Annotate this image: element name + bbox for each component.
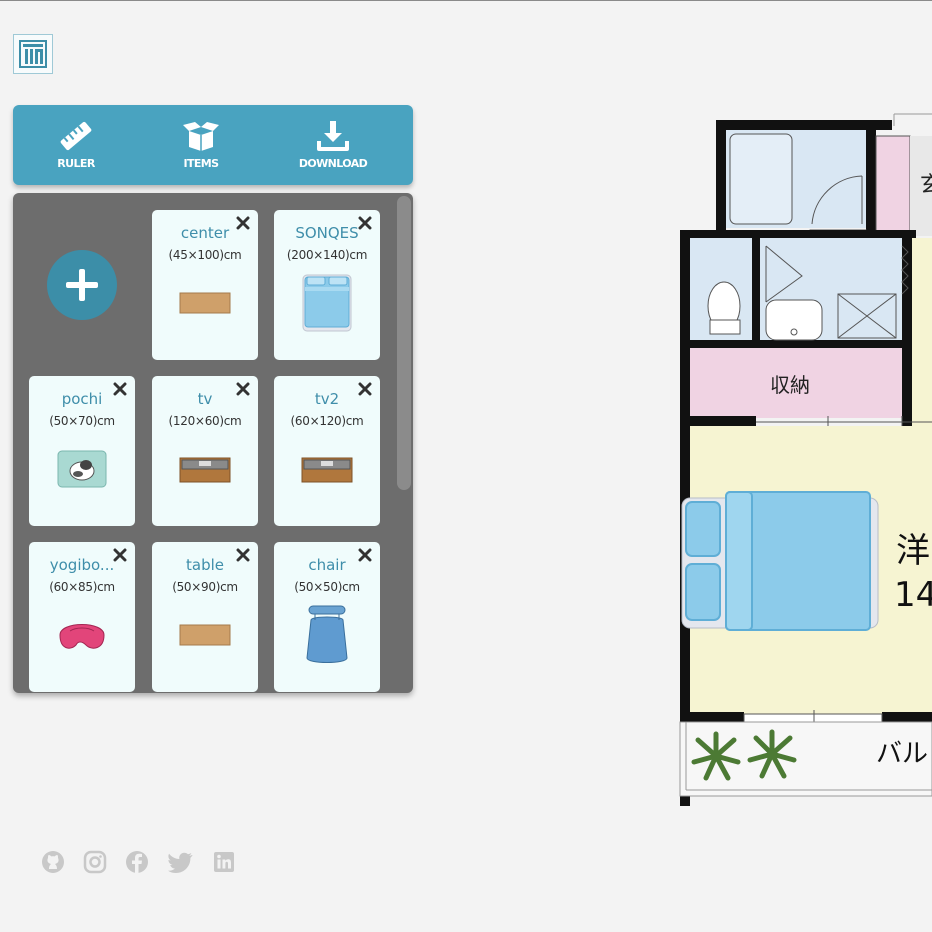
item-card[interactable]: tv (120×60)cm (152, 376, 258, 526)
plus-icon (66, 269, 98, 301)
main-toolbar: RULER ITEMS DOWNLOAD (13, 105, 413, 185)
item-dims: (50×90)cm (172, 580, 238, 594)
item-thumbnail (152, 268, 258, 338)
item-card[interactable]: tv2 (60×120)cm (274, 376, 380, 526)
item-dims: (60×85)cm (49, 580, 115, 594)
center-table-icon (179, 292, 231, 314)
download-icon (317, 121, 349, 151)
item-thumbnail (152, 600, 258, 670)
item-dims: (200×140)cm (286, 248, 368, 262)
cat-bed-icon (57, 450, 107, 488)
item-thumbnail (274, 434, 380, 504)
instagram-icon[interactable] (82, 849, 108, 875)
storage-label: 収納 (770, 373, 810, 397)
item-name: center (180, 224, 230, 242)
item-dims: (120×60)cm (168, 414, 242, 428)
room-label: 洋 (896, 531, 930, 571)
item-name: SONQES (295, 224, 359, 242)
floor-plan[interactable]: 玄 収納 洋 14 バル (676, 106, 932, 820)
logo-icon (19, 40, 47, 68)
add-item-button[interactable] (47, 250, 117, 320)
bed-icon (302, 274, 352, 332)
item-thumbnail (152, 434, 258, 504)
download-button[interactable]: DOWNLOAD (293, 119, 373, 179)
item-card[interactable]: pochi (50×70)cm (29, 376, 135, 526)
linkedin-icon[interactable] (211, 849, 237, 875)
tv-stand-icon (179, 457, 231, 483)
item-name: chair (308, 556, 346, 574)
item-dims: (50×50)cm (294, 580, 360, 594)
item-name: yogibo... (49, 556, 115, 574)
panel-scrollbar[interactable] (397, 196, 411, 490)
item-thumbnail (274, 600, 380, 670)
box-icon (183, 122, 219, 151)
download-label: DOWNLOAD (298, 157, 368, 170)
item-thumbnail (29, 600, 135, 670)
item-dims: (60×120)cm (290, 414, 364, 428)
item-dims: (50×70)cm (49, 414, 115, 428)
items-button[interactable]: ITEMS (161, 119, 241, 179)
app-logo[interactable] (13, 34, 53, 74)
floor-plan-drawing: 玄 収納 洋 14 バル (679, 113, 932, 820)
items-panel: center (45×100)cm SONQES (200×140)cm poc… (13, 193, 413, 693)
item-name: tv (197, 390, 213, 408)
item-card[interactable]: center (45×100)cm (152, 210, 258, 360)
ruler-label: RULER (57, 157, 95, 170)
entrance-label: 玄 (920, 173, 932, 198)
chair-icon (306, 605, 348, 663)
item-card[interactable]: chair (50×50)cm (274, 542, 380, 692)
item-thumbnail (29, 434, 135, 504)
beanbag-icon (59, 624, 105, 649)
balcony-label: バル (876, 739, 928, 769)
item-card[interactable]: table (50×90)cm (152, 542, 258, 692)
github-icon[interactable] (40, 849, 66, 875)
item-name: table (186, 556, 224, 574)
facebook-icon[interactable] (124, 849, 150, 875)
ruler-button[interactable]: RULER (36, 119, 116, 179)
items-label: ITEMS (183, 157, 220, 170)
item-card[interactable]: yogibo... (60×85)cm (29, 542, 135, 692)
twitter-icon[interactable] (168, 849, 194, 875)
tv-stand-icon (301, 457, 353, 483)
item-name: tv2 (314, 390, 340, 408)
item-name: pochi (61, 390, 103, 408)
ruler-icon (60, 121, 92, 151)
room-size-label: 14 (894, 575, 932, 615)
item-card[interactable]: SONQES (200×140)cm (274, 210, 380, 360)
table-icon (179, 624, 231, 646)
item-thumbnail (274, 268, 380, 338)
item-dims: (45×100)cm (168, 248, 242, 262)
